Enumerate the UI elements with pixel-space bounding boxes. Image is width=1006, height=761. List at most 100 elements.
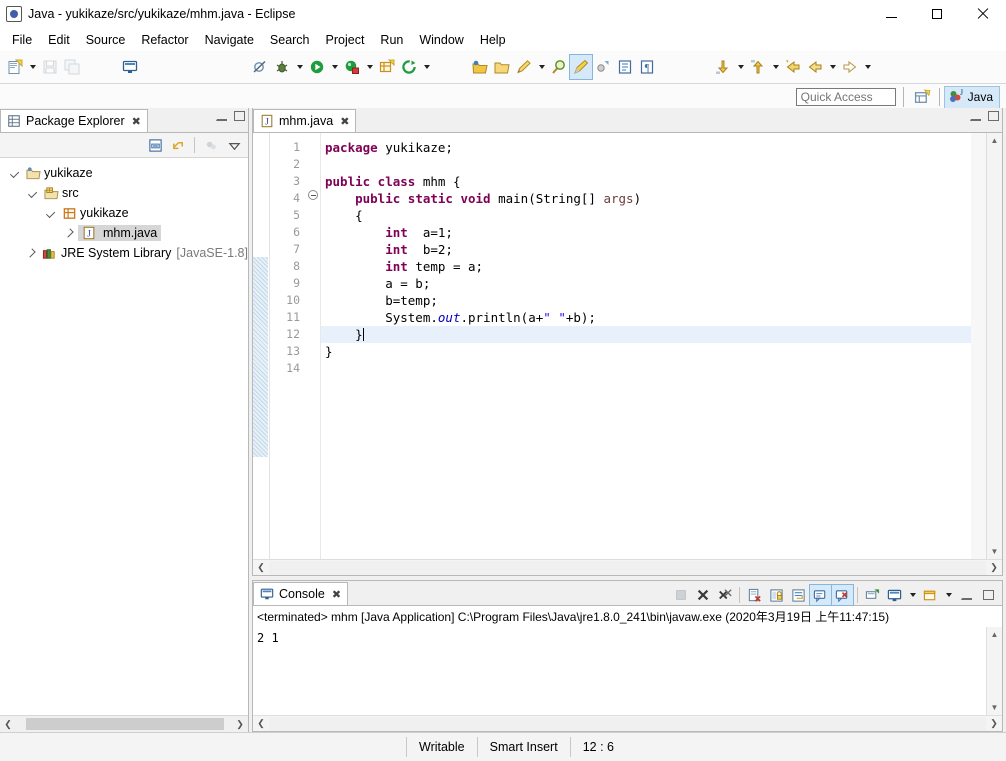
- scroll-right-icon[interactable]: ❯: [986, 716, 1002, 732]
- scroll-lock-button[interactable]: [766, 585, 787, 605]
- link-editor-button[interactable]: [592, 55, 614, 79]
- new-wizard-button[interactable]: [4, 55, 26, 79]
- scroll-right-icon[interactable]: ❯: [986, 560, 1002, 576]
- menu-navigate[interactable]: Navigate: [197, 30, 262, 50]
- menu-edit[interactable]: Edit: [40, 30, 78, 50]
- maximize-icon[interactable]: [234, 111, 245, 121]
- menu-window[interactable]: Window: [411, 30, 471, 50]
- tab-console[interactable]: Console ✖: [253, 582, 348, 605]
- menu-project[interactable]: Project: [318, 30, 373, 50]
- editor-hscrollbar[interactable]: ❮ ❯: [253, 559, 1002, 575]
- new-class-dropdown[interactable]: [535, 55, 548, 79]
- run-button[interactable]: [306, 55, 328, 79]
- close-icon[interactable]: ✖: [340, 115, 349, 128]
- editor-body[interactable]: 1 2 3 4 5 6 7 8 9 10 11 12 13 14: [253, 133, 1002, 559]
- focus-on-active-task-button[interactable]: [201, 136, 221, 155]
- hscroll-track[interactable]: [269, 561, 986, 575]
- new-wizard-dropdown[interactable]: [26, 55, 39, 79]
- chevron-down-icon[interactable]: [44, 205, 60, 221]
- pin-console-button[interactable]: [862, 585, 883, 605]
- chevron-down-icon[interactable]: [8, 165, 24, 181]
- scroll-left-icon[interactable]: ❮: [0, 716, 16, 732]
- code-area[interactable]: package yukikaze; public class mhm { pub…: [321, 133, 971, 559]
- new-class-button[interactable]: [513, 55, 535, 79]
- debug-dropdown[interactable]: [293, 55, 306, 79]
- console-hscrollbar[interactable]: ❮ ❯: [253, 715, 1002, 731]
- chevron-down-icon[interactable]: [26, 185, 42, 201]
- minimize-icon[interactable]: [216, 112, 227, 121]
- previous-annotation-button[interactable]: [712, 55, 734, 79]
- hscroll-thumb[interactable]: [26, 718, 224, 730]
- open-perspective-button[interactable]: [911, 86, 935, 108]
- search-button[interactable]: [548, 55, 570, 79]
- tab-package-explorer[interactable]: Package Explorer ✖: [0, 109, 148, 132]
- skip-all-breakpoints-button[interactable]: [249, 55, 271, 79]
- tree-item-yukikaze-project[interactable]: yukikaze: [0, 163, 248, 183]
- link-with-editor-button[interactable]: [168, 136, 188, 155]
- editor-vscrollbar[interactable]: ▲ ▼: [986, 133, 1002, 559]
- maximize-window-button[interactable]: [914, 0, 960, 28]
- collapse-method-icon[interactable]: [308, 190, 318, 200]
- back-button[interactable]: [804, 55, 826, 79]
- open-console-dropdown[interactable]: [942, 583, 955, 607]
- minimize-icon[interactable]: [970, 112, 981, 121]
- run-dropdown[interactable]: [328, 55, 341, 79]
- terminate-button[interactable]: [670, 585, 691, 605]
- new-java-package-button[interactable]: [376, 55, 398, 79]
- save-button[interactable]: [39, 55, 61, 79]
- menu-search[interactable]: Search: [262, 30, 318, 50]
- scroll-down-icon[interactable]: ▼: [987, 544, 1002, 559]
- word-wrap-button[interactable]: [788, 585, 809, 605]
- chevron-right-icon[interactable]: [25, 245, 41, 261]
- minimize-window-button[interactable]: [868, 0, 914, 28]
- external-tools-dropdown[interactable]: [420, 55, 433, 79]
- show-whitespace-button[interactable]: ¶: [636, 55, 658, 79]
- tab-mhm-java[interactable]: J mhm.java ✖: [253, 109, 356, 132]
- scroll-down-icon[interactable]: ▼: [987, 700, 1002, 715]
- editor-annotation-ruler[interactable]: [253, 133, 270, 559]
- scroll-up-icon[interactable]: ▲: [987, 133, 1002, 148]
- close-icon[interactable]: ✖: [332, 588, 341, 601]
- tree-item-mhm-java[interactable]: J mhm.java: [0, 223, 248, 243]
- debug-button[interactable]: [271, 55, 293, 79]
- maximize-icon[interactable]: [988, 111, 999, 121]
- minimize-console-button[interactable]: [956, 585, 977, 605]
- new-java-console-button[interactable]: [119, 55, 141, 79]
- menu-file[interactable]: File: [4, 30, 40, 50]
- menu-help[interactable]: Help: [472, 30, 514, 50]
- console-vscrollbar[interactable]: ▲ ▼: [986, 627, 1002, 715]
- close-icon[interactable]: ✖: [132, 115, 141, 128]
- menu-source[interactable]: Source: [78, 30, 134, 50]
- toggle-markup-button[interactable]: [570, 55, 592, 79]
- forward-dropdown[interactable]: [861, 55, 874, 79]
- external-tools-button[interactable]: [398, 55, 420, 79]
- show-console-on-error-button[interactable]: [832, 585, 853, 605]
- folding-ruler[interactable]: [306, 133, 321, 559]
- clear-console-button[interactable]: [744, 585, 765, 605]
- next-annotation-button[interactable]: [747, 55, 769, 79]
- tree-item-jre-system-library[interactable]: JRE System Library [JavaSE-1.8]: [0, 243, 248, 263]
- perspective-java-button[interactable]: J Java: [944, 86, 1000, 109]
- next-annotation-dropdown[interactable]: [769, 55, 782, 79]
- quick-access-input[interactable]: [796, 88, 896, 106]
- back-dropdown[interactable]: [826, 55, 839, 79]
- display-console-dropdown[interactable]: [906, 583, 919, 607]
- editor-overview-ruler[interactable]: [971, 133, 986, 559]
- maximize-console-button[interactable]: [978, 585, 999, 605]
- remove-all-terminated-button[interactable]: [714, 585, 735, 605]
- scroll-left-icon[interactable]: ❮: [253, 560, 269, 576]
- hscroll-track[interactable]: [16, 717, 232, 731]
- show-console-on-output-button[interactable]: [810, 585, 831, 605]
- menu-refactor[interactable]: Refactor: [133, 30, 196, 50]
- tree-item-package-yukikaze[interactable]: yukikaze: [0, 203, 248, 223]
- package-explorer-hscrollbar[interactable]: ❮ ❯: [0, 715, 248, 732]
- collapse-all-button[interactable]: [145, 136, 165, 155]
- coverage-button[interactable]: [341, 55, 363, 79]
- coverage-dropdown[interactable]: [363, 55, 376, 79]
- view-menu-button[interactable]: [224, 136, 244, 155]
- console-body[interactable]: 2 1 ▲ ▼: [253, 627, 1002, 715]
- chevron-right-icon[interactable]: [62, 225, 78, 241]
- save-all-button[interactable]: [61, 55, 83, 79]
- toggle-block-selection-button[interactable]: [614, 55, 636, 79]
- new-java-project-button[interactable]: [469, 55, 491, 79]
